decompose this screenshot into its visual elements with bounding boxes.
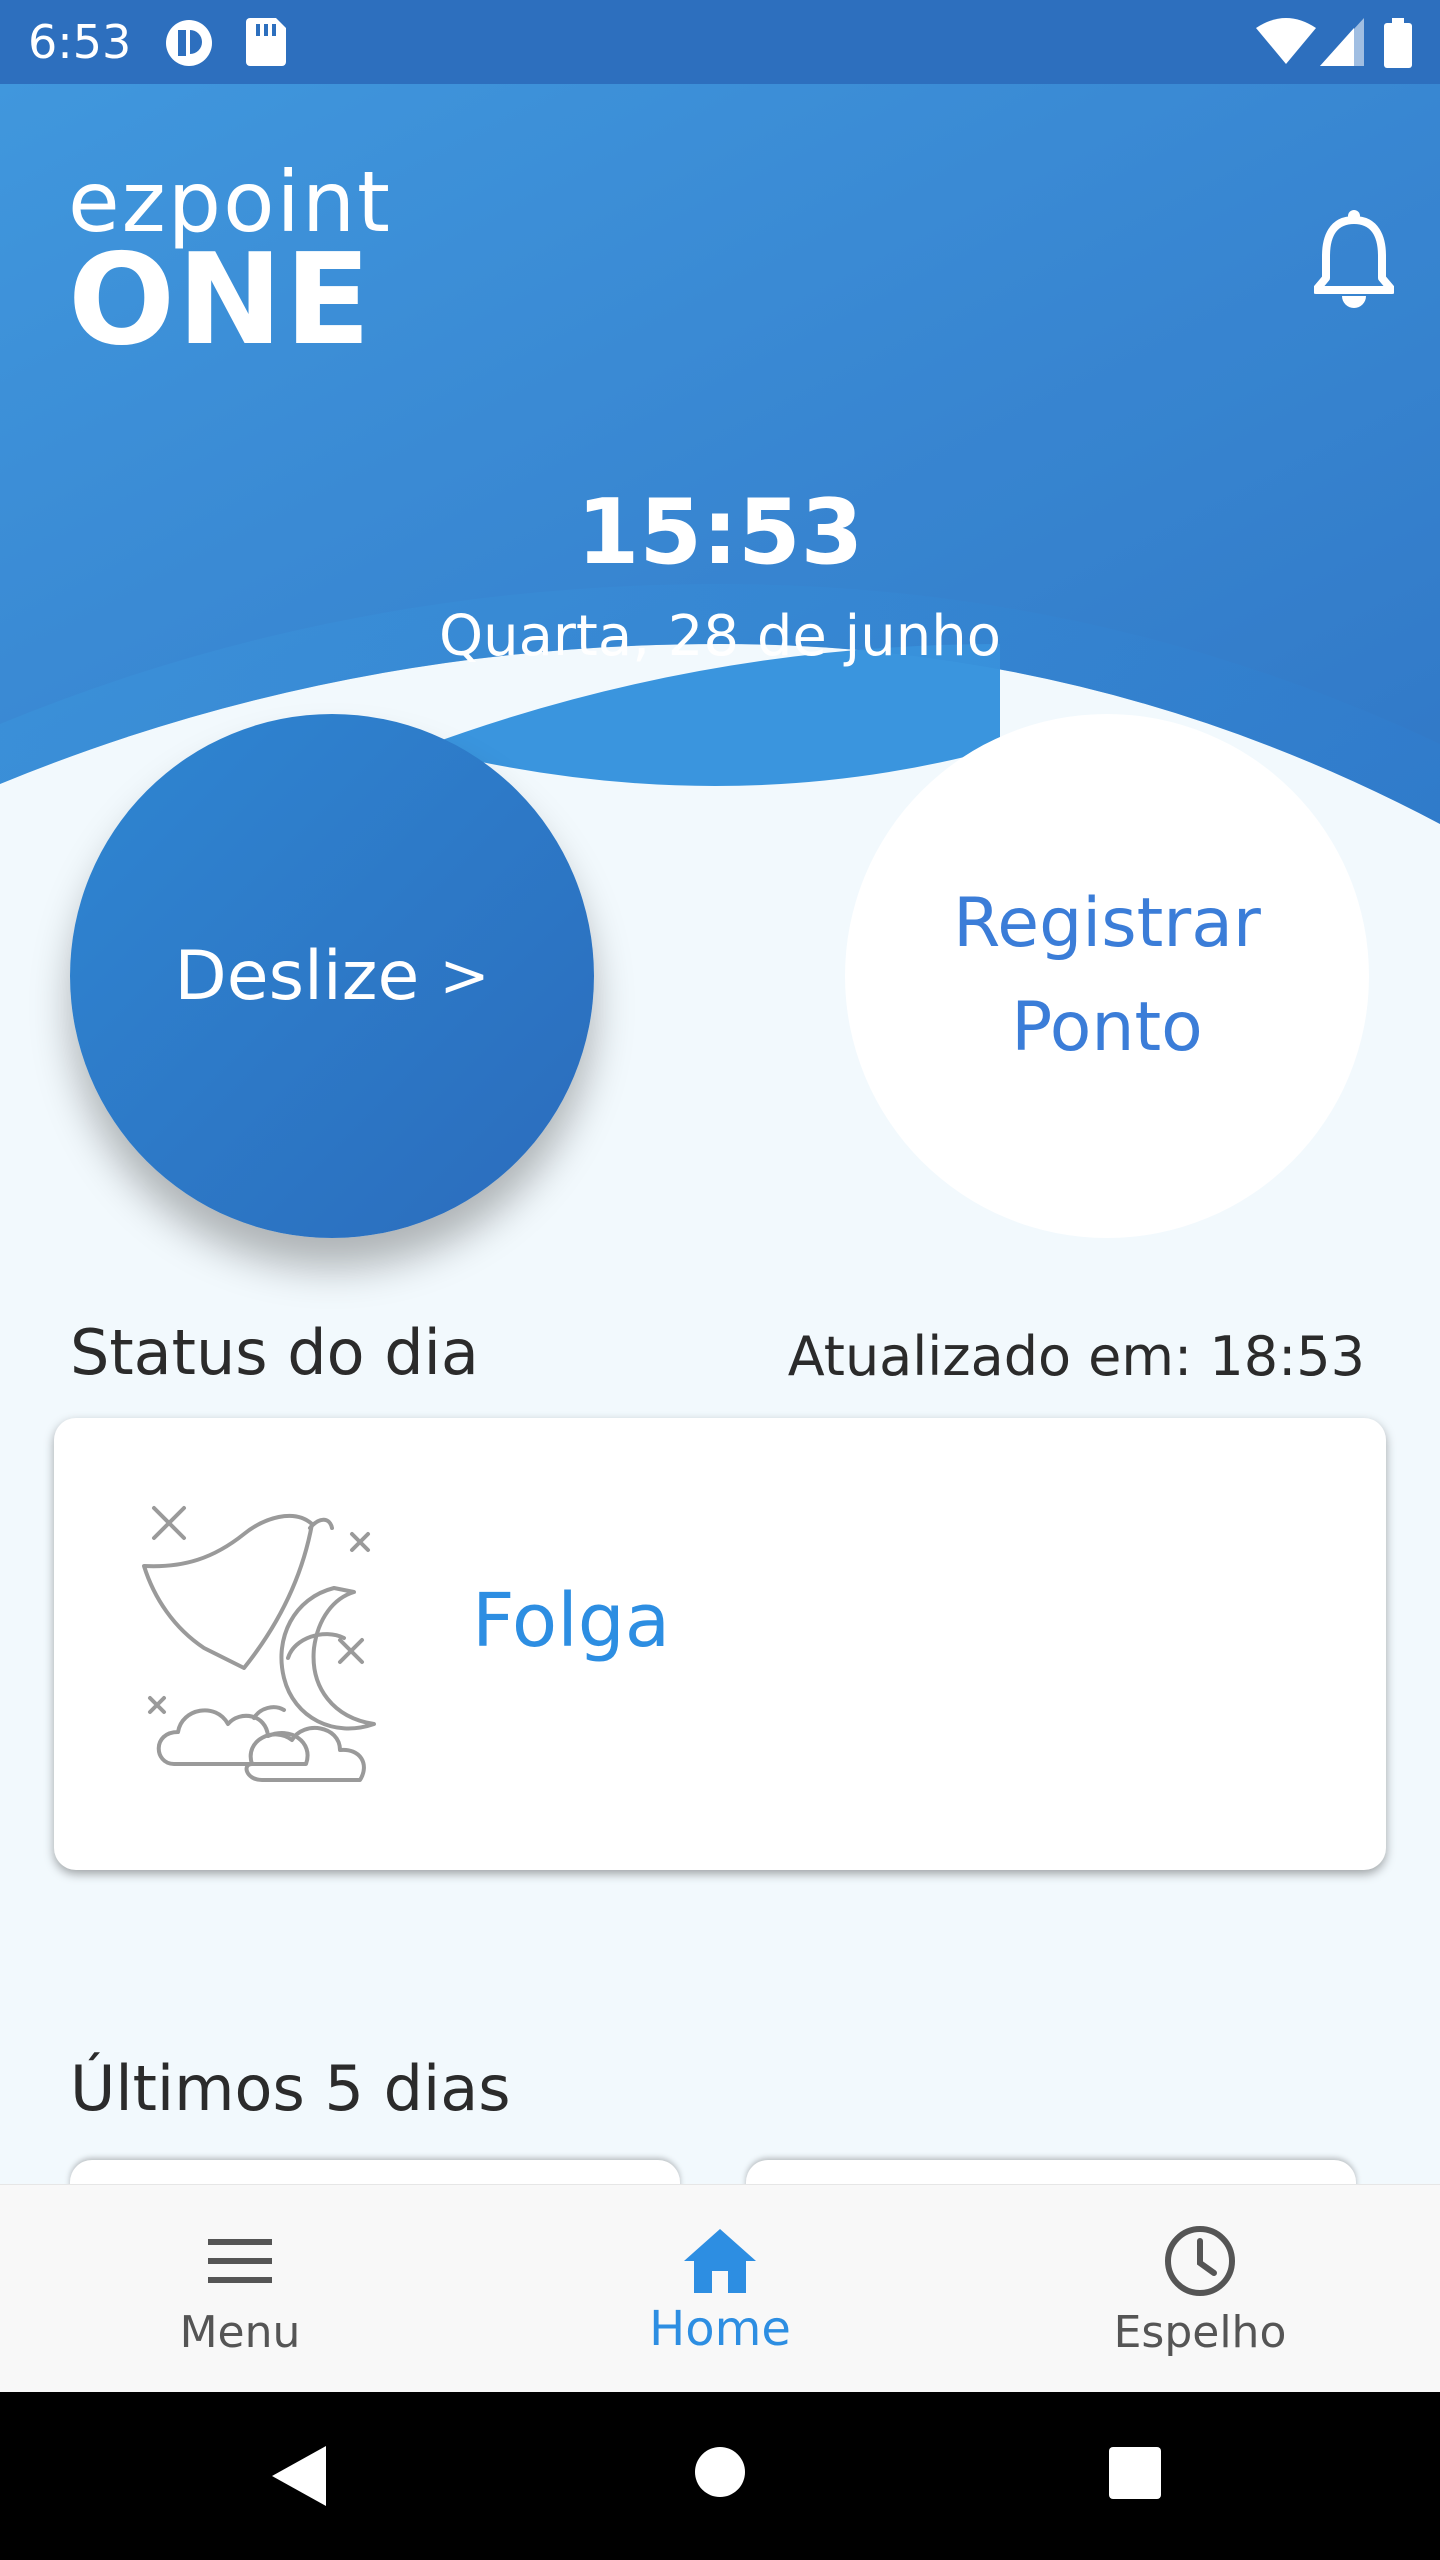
status-time: 6:53 <box>28 15 132 69</box>
chevron-right-icon: > <box>439 941 490 1011</box>
sd-card-icon <box>246 18 286 66</box>
back-icon[interactable] <box>270 2444 330 2508</box>
last-updated-text: Atualizado em: 18:53 <box>787 1325 1365 1388</box>
nav-home-label: Home <box>649 2301 791 2357</box>
recents-icon[interactable] <box>1108 2446 1162 2500</box>
register-label-line2: Ponto <box>1011 988 1203 1067</box>
nav-espelho[interactable]: Espelho <box>1050 2185 1350 2393</box>
signal-icon <box>1320 18 1364 66</box>
menu-icon <box>208 2239 272 2283</box>
status-section-title: Status do dia <box>70 1316 479 1389</box>
bottom-navigation: Menu Home Espelho <box>0 2184 1440 2393</box>
system-navigation-bar <box>0 2392 1440 2560</box>
clock-icon <box>1165 2226 1235 2296</box>
app-logo: ezpoint ONE <box>68 160 392 373</box>
slide-to-register-button[interactable]: Deslize > <box>70 714 594 1238</box>
wifi-icon <box>1256 18 1316 64</box>
battery-icon <box>1384 18 1412 68</box>
nav-menu[interactable]: Menu <box>90 2185 390 2393</box>
app-notification-icon <box>166 20 212 66</box>
nav-home[interactable]: Home <box>570 2185 870 2393</box>
sleeping-moon-icon <box>142 1506 376 1782</box>
slide-label: Deslize <box>174 936 420 1016</box>
register-label-line1: Registrar <box>953 884 1261 963</box>
status-card[interactable]: Folga <box>54 1418 1386 1870</box>
current-time: 15:53 <box>576 480 864 585</box>
current-date: Quarta, 28 de junho <box>439 604 1001 669</box>
status-bar: 6:53 <box>0 0 1440 84</box>
logo-text-bottom: ONE <box>68 226 373 373</box>
notifications-bell-icon[interactable] <box>1314 208 1394 308</box>
nav-menu-label: Menu <box>179 2307 301 2358</box>
home-icon <box>684 2229 756 2293</box>
nav-espelho-label: Espelho <box>1113 2307 1287 2358</box>
home-system-icon[interactable] <box>694 2446 746 2498</box>
register-point-button[interactable]: Registrar Ponto <box>845 714 1369 1238</box>
history-section-title: Últimos 5 dias <box>70 2052 511 2125</box>
status-value: Folga <box>472 1578 671 1664</box>
